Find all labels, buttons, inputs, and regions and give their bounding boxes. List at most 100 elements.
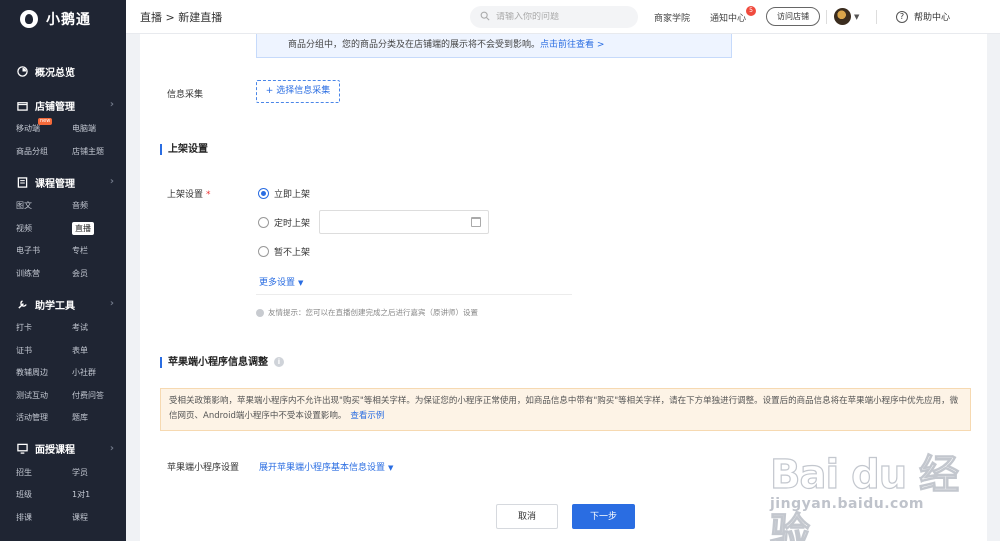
sidebar-item-lessons[interactable]: 课程 — [72, 507, 128, 530]
sidebar-item-pc[interactable]: 电脑端 — [72, 118, 128, 141]
sidebar-group-tools[interactable]: 助学工具 › — [16, 291, 114, 317]
sidebar-item-audio[interactable]: 音频 — [72, 195, 128, 218]
radio-label: 立即上架 — [274, 190, 311, 200]
group-title: 助学工具 — [35, 300, 75, 312]
sidebar-item-activity[interactable]: 活动管理 — [16, 407, 72, 430]
sidebar-item-store-theme[interactable]: 店铺主题 — [72, 141, 128, 164]
info-icon[interactable]: i — [274, 357, 284, 367]
select-info-collect-button[interactable]: + 选择信息采集 — [256, 80, 340, 103]
sidebar-item-classes[interactable]: 班级 — [16, 484, 72, 507]
group-title: 课程管理 — [35, 178, 75, 190]
expand-apple-settings-toggle[interactable]: 展开苹果端小程序基本信息设置 ▼ — [259, 460, 393, 473]
info-dot-icon — [256, 308, 264, 317]
radio-icon — [258, 217, 269, 228]
apple-section-title: 苹果端小程序信息调整 i — [160, 357, 284, 368]
search-input[interactable] — [496, 12, 626, 22]
divider — [256, 294, 572, 295]
sidebar-item-certificate[interactable]: 证书 — [16, 340, 72, 363]
radio-selected-icon — [258, 188, 269, 199]
avatar[interactable] — [834, 8, 851, 25]
listing-section-title: 上架设置 — [160, 144, 208, 155]
caret-down-icon: ▼ — [388, 464, 394, 472]
tool-icon — [16, 298, 28, 310]
question-icon: ? — [896, 10, 908, 23]
required-mark: * — [206, 190, 211, 200]
new-badge: new — [38, 118, 53, 125]
sidebar-overview-label: 概况总览 — [35, 67, 75, 79]
sidebar-item-students[interactable]: 学员 — [72, 462, 128, 485]
app-name: 小鹅通 — [46, 12, 91, 28]
group-info-note: 商品分组中，您的商品分类及在店铺端的展示将不会受到影响。点击前往查看 > — [256, 34, 732, 58]
view-example-link[interactable]: 查看示例 — [350, 411, 384, 421]
info-collect-label: 信息采集 — [167, 90, 204, 100]
sidebar-group-offline[interactable]: 面授课程 › — [16, 436, 114, 462]
group-note-link[interactable]: 点击前往查看 > — [540, 40, 604, 50]
logo[interactable]: 小鹅通 — [0, 0, 126, 38]
sidebar-item-ebook[interactable]: 电子书 — [16, 240, 72, 263]
sidebar-item-paid-qa[interactable]: 付费问答 — [72, 385, 128, 408]
business-school-link[interactable]: 商家学院 — [654, 11, 690, 24]
chevron-right-icon: › — [109, 298, 114, 309]
radio-scheduled[interactable]: 定时上架 — [258, 216, 310, 229]
sidebar-item-video[interactable]: 视频 — [16, 218, 72, 241]
radio-not-publish[interactable]: 暂不上架 — [258, 245, 310, 258]
sidebar-item-quiz[interactable]: 测试互动 — [16, 385, 72, 408]
group-title: 面授课程 — [35, 445, 75, 456]
sidebar-item-camp[interactable]: 训练营 — [16, 263, 72, 286]
sidebar-item-enroll[interactable]: 招生 — [16, 462, 72, 485]
baidu-jingyan-watermark: Bai du 经验 jingyan.baidu.com — [769, 430, 990, 541]
friendly-tip: 友情提示：您可以在直播创建完成之后进行嘉宾（原讲师）设置 — [256, 307, 478, 318]
radio-icon — [258, 246, 269, 257]
apple-section-label: 苹果端小程序信息调整 — [168, 357, 268, 368]
visit-store-button[interactable]: 访问店铺 — [766, 7, 820, 26]
radio-label: 定时上架 — [274, 219, 311, 229]
sidebar-item-product-group[interactable]: 商品分组 — [16, 141, 72, 164]
radio-label: 暂不上架 — [274, 248, 311, 258]
sidebar-item-exam[interactable]: 考试 — [72, 317, 128, 340]
sidebar-item-checkin[interactable]: 打卡 — [16, 317, 72, 340]
chevron-right-icon: › — [109, 99, 114, 110]
search-box[interactable] — [470, 6, 638, 28]
notification-center-link[interactable]: 通知中心 — [710, 11, 746, 24]
sidebar-item-column[interactable]: 专栏 — [72, 240, 128, 263]
group-title: 店铺管理 — [35, 101, 75, 113]
warning-text: 受相关政策影响，苹果端小程序内不允许出现"购买"等相关字样。为保证您的小程序正常… — [169, 396, 959, 421]
sidebar-item-member[interactable]: 会员 — [72, 263, 128, 286]
next-step-button[interactable]: 下一步 — [572, 504, 635, 529]
help-center-link[interactable]: ? 帮助中心 — [896, 10, 950, 23]
watermark-url: jingyan.baidu.com — [770, 496, 925, 512]
breadcrumb: 直播 > 新建直播 — [140, 11, 223, 24]
sidebar-item-article[interactable]: 图文 — [16, 195, 72, 218]
listing-label-text: 上架设置 — [167, 190, 204, 200]
divider — [876, 10, 877, 24]
divider — [826, 10, 827, 24]
sidebar: 小鹅通 概况总览 店铺管理 › 移动端 new 电脑端 商品分组 店铺主题 课程… — [0, 0, 126, 541]
sidebar-item-question-bank[interactable]: 题库 — [72, 407, 128, 430]
sidebar-item-one-on-one[interactable]: 1对1 — [72, 484, 128, 507]
sidebar-item-overview[interactable]: 概况总览 — [16, 58, 114, 84]
sidebar-item-form[interactable]: 表单 — [72, 340, 128, 363]
sidebar-item-schedule[interactable]: 排课 — [16, 507, 72, 530]
sidebar-item-community[interactable]: 小社群 — [72, 362, 128, 385]
sidebar-group-course[interactable]: 课程管理 › — [16, 169, 114, 195]
caret-down-icon: ▼ — [298, 279, 304, 287]
radio-publish-now[interactable]: 立即上架 — [258, 187, 310, 200]
notification-count-badge: 5 — [746, 6, 756, 16]
calendar-icon — [471, 217, 481, 227]
more-settings-toggle[interactable]: 更多设置 ▼ — [259, 275, 303, 288]
sidebar-item-live[interactable]: 直播 — [72, 218, 128, 241]
chevron-right-icon: › — [109, 442, 114, 454]
cancel-button[interactable]: 取消 — [496, 504, 558, 529]
schedule-date-input[interactable] — [319, 210, 489, 234]
chevron-right-icon: › — [109, 176, 114, 187]
sidebar-group-shop[interactable]: 店铺管理 › — [16, 92, 114, 118]
search-icon — [480, 11, 490, 24]
sidebar-item-merch[interactable]: 教辅周边 — [16, 362, 72, 385]
more-settings-label: 更多设置 — [259, 278, 296, 288]
listing-label: 上架设置 * — [167, 187, 211, 200]
dashboard-icon — [16, 65, 28, 77]
class-icon — [16, 443, 28, 455]
group-note-text: 商品分组中，您的商品分类及在店铺端的展示将不会受到影响。 — [288, 40, 541, 50]
caret-down-icon[interactable]: ▼ — [854, 13, 859, 21]
sidebar-item-mobile[interactable]: 移动端 new — [16, 118, 72, 141]
